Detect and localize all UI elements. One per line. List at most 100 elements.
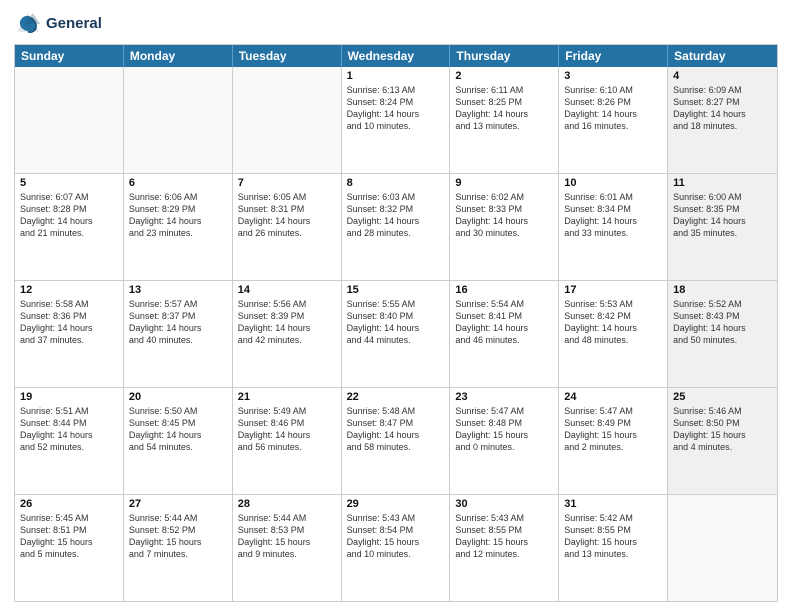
calendar-cell-day-6: 6Sunrise: 6:06 AMSunset: 8:29 PMDaylight… bbox=[124, 174, 233, 280]
day-number: 27 bbox=[129, 498, 227, 510]
day-info: Sunrise: 6:03 AMSunset: 8:32 PMDaylight:… bbox=[347, 191, 445, 240]
header: General bbox=[14, 10, 778, 38]
day-info: Sunrise: 5:50 AMSunset: 8:45 PMDaylight:… bbox=[129, 405, 227, 454]
day-info: Sunrise: 5:46 AMSunset: 8:50 PMDaylight:… bbox=[673, 405, 772, 454]
day-number: 15 bbox=[347, 284, 445, 296]
calendar-week-4: 19 Sunrise: 5:51 AMSunset: 8:44 PMDayligh… bbox=[15, 387, 777, 494]
calendar-cell-day-25: 25Sunrise: 5:46 AMSunset: 8:50 PMDayligh… bbox=[668, 388, 777, 494]
calendar-cell-empty bbox=[668, 495, 777, 601]
calendar-cell-day-18: 18 Sunrise: 5:52 AMSunset: 8:43 PMDayligh… bbox=[668, 281, 777, 387]
calendar-cell-day-1: 1Sunrise: 6:13 AMSunset: 8:24 PMDaylight… bbox=[342, 67, 451, 173]
day-header-tuesday: Tuesday bbox=[233, 45, 342, 67]
day-number: 26 bbox=[20, 498, 118, 510]
calendar-cell-day-15: 15 Sunrise: 5:55 AMSunset: 8:40 PMDayligh… bbox=[342, 281, 451, 387]
calendar-header-row: SundayMondayTuesdayWednesdayThursdayFrid… bbox=[15, 45, 777, 67]
day-number: 3 bbox=[564, 70, 662, 82]
calendar-cell-day-12: 12 Sunrise: 5:58 AMSunset: 8:36 PMDayligh… bbox=[15, 281, 124, 387]
day-number: 12 bbox=[20, 284, 118, 296]
day-number: 11 bbox=[673, 177, 772, 189]
day-number: 18 bbox=[673, 284, 772, 296]
calendar-cell-day-23: 23 Sunrise: 5:47 AMSunset: 8:48 PMDayligh… bbox=[450, 388, 559, 494]
day-number: 23 bbox=[455, 391, 553, 403]
calendar-week-1: 1Sunrise: 6:13 AMSunset: 8:24 PMDaylight… bbox=[15, 67, 777, 173]
day-number: 1 bbox=[347, 70, 445, 82]
calendar-cell-day-3: 3Sunrise: 6:10 AMSunset: 8:26 PMDaylight… bbox=[559, 67, 668, 173]
logo-text: General bbox=[46, 15, 102, 33]
day-info: Sunrise: 5:52 AMSunset: 8:43 PMDaylight:… bbox=[673, 298, 772, 347]
calendar-week-2: 5 Sunrise: 6:07 AMSunset: 8:28 PMDaylight… bbox=[15, 173, 777, 280]
day-info: Sunrise: 5:55 AMSunset: 8:40 PMDaylight:… bbox=[347, 298, 445, 347]
day-info: Sunrise: 5:56 AMSunset: 8:39 PMDaylight:… bbox=[238, 298, 336, 347]
calendar-cell-day-20: 20 Sunrise: 5:50 AMSunset: 8:45 PMDayligh… bbox=[124, 388, 233, 494]
calendar-cell-day-10: 10Sunrise: 6:01 AMSunset: 8:34 PMDayligh… bbox=[559, 174, 668, 280]
day-number: 20 bbox=[129, 391, 227, 403]
calendar-cell-day-5: 5 Sunrise: 6:07 AMSunset: 8:28 PMDaylight… bbox=[15, 174, 124, 280]
day-info: Sunrise: 5:58 AMSunset: 8:36 PMDaylight:… bbox=[20, 298, 118, 347]
calendar-cell-day-19: 19 Sunrise: 5:51 AMSunset: 8:44 PMDayligh… bbox=[15, 388, 124, 494]
calendar-week-3: 12 Sunrise: 5:58 AMSunset: 8:36 PMDayligh… bbox=[15, 280, 777, 387]
day-info: Sunrise: 5:43 AMSunset: 8:55 PMDaylight:… bbox=[455, 512, 553, 561]
day-info: Sunrise: 5:57 AMSunset: 8:37 PMDaylight:… bbox=[129, 298, 227, 347]
day-info: Sunrise: 6:09 AMSunset: 8:27 PMDaylight:… bbox=[673, 84, 772, 133]
day-info: Sunrise: 5:51 AMSunset: 8:44 PMDaylight:… bbox=[20, 405, 118, 454]
day-number: 22 bbox=[347, 391, 445, 403]
calendar-cell-day-13: 13 Sunrise: 5:57 AMSunset: 8:37 PMDayligh… bbox=[124, 281, 233, 387]
day-info: Sunrise: 5:45 AMSunset: 8:51 PMDaylight:… bbox=[20, 512, 118, 561]
day-header-thursday: Thursday bbox=[450, 45, 559, 67]
day-number: 6 bbox=[129, 177, 227, 189]
day-number: 8 bbox=[347, 177, 445, 189]
calendar-cell-day-21: 21 Sunrise: 5:49 AMSunset: 8:46 PMDayligh… bbox=[233, 388, 342, 494]
day-info: Sunrise: 6:00 AMSunset: 8:35 PMDaylight:… bbox=[673, 191, 772, 240]
day-info: Sunrise: 5:53 AMSunset: 8:42 PMDaylight:… bbox=[564, 298, 662, 347]
day-number: 5 bbox=[20, 177, 118, 189]
day-number: 14 bbox=[238, 284, 336, 296]
calendar-cell-day-17: 17 Sunrise: 5:53 AMSunset: 8:42 PMDayligh… bbox=[559, 281, 668, 387]
calendar: SundayMondayTuesdayWednesdayThursdayFrid… bbox=[14, 44, 778, 602]
calendar-cell-day-8: 8 Sunrise: 6:03 AMSunset: 8:32 PMDaylight… bbox=[342, 174, 451, 280]
day-info: Sunrise: 5:47 AMSunset: 8:48 PMDaylight:… bbox=[455, 405, 553, 454]
day-number: 17 bbox=[564, 284, 662, 296]
calendar-cell-day-26: 26 Sunrise: 5:45 AMSunset: 8:51 PMDayligh… bbox=[15, 495, 124, 601]
day-number: 29 bbox=[347, 498, 445, 510]
day-header-friday: Friday bbox=[559, 45, 668, 67]
day-number: 19 bbox=[20, 391, 118, 403]
calendar-week-5: 26 Sunrise: 5:45 AMSunset: 8:51 PMDayligh… bbox=[15, 494, 777, 601]
calendar-cell-day-29: 29 Sunrise: 5:43 AMSunset: 8:54 PMDayligh… bbox=[342, 495, 451, 601]
day-info: Sunrise: 5:44 AMSunset: 8:52 PMDaylight:… bbox=[129, 512, 227, 561]
day-number: 4 bbox=[673, 70, 772, 82]
day-info: Sunrise: 5:48 AMSunset: 8:47 PMDaylight:… bbox=[347, 405, 445, 454]
calendar-cell-day-27: 27 Sunrise: 5:44 AMSunset: 8:52 PMDayligh… bbox=[124, 495, 233, 601]
day-number: 9 bbox=[455, 177, 553, 189]
day-number: 31 bbox=[564, 498, 662, 510]
day-number: 2 bbox=[455, 70, 553, 82]
day-number: 21 bbox=[238, 391, 336, 403]
calendar-cell-day-22: 22 Sunrise: 5:48 AMSunset: 8:47 PMDayligh… bbox=[342, 388, 451, 494]
calendar-cell-day-4: 4 Sunrise: 6:09 AMSunset: 8:27 PMDaylight… bbox=[668, 67, 777, 173]
day-header-sunday: Sunday bbox=[15, 45, 124, 67]
day-info: Sunrise: 6:07 AMSunset: 8:28 PMDaylight:… bbox=[20, 191, 118, 240]
day-info: Sunrise: 5:44 AMSunset: 8:53 PMDaylight:… bbox=[238, 512, 336, 561]
day-number: 13 bbox=[129, 284, 227, 296]
day-header-wednesday: Wednesday bbox=[342, 45, 451, 67]
calendar-cell-day-2: 2 Sunrise: 6:11 AMSunset: 8:25 PMDaylight… bbox=[450, 67, 559, 173]
calendar-cell-day-31: 31 Sunrise: 5:42 AMSunset: 8:55 PMDayligh… bbox=[559, 495, 668, 601]
day-number: 10 bbox=[564, 177, 662, 189]
calendar-cell-empty bbox=[15, 67, 124, 173]
calendar-cell-day-16: 16Sunrise: 5:54 AMSunset: 8:41 PMDayligh… bbox=[450, 281, 559, 387]
calendar-body: 1Sunrise: 6:13 AMSunset: 8:24 PMDaylight… bbox=[15, 67, 777, 601]
day-header-monday: Monday bbox=[124, 45, 233, 67]
day-info: Sunrise: 5:42 AMSunset: 8:55 PMDaylight:… bbox=[564, 512, 662, 561]
calendar-cell-day-30: 30Sunrise: 5:43 AMSunset: 8:55 PMDayligh… bbox=[450, 495, 559, 601]
calendar-cell-day-11: 11 Sunrise: 6:00 AMSunset: 8:35 PMDayligh… bbox=[668, 174, 777, 280]
calendar-cell-empty bbox=[124, 67, 233, 173]
day-info: Sunrise: 5:47 AMSunset: 8:49 PMDaylight:… bbox=[564, 405, 662, 454]
day-info: Sunrise: 6:11 AMSunset: 8:25 PMDaylight:… bbox=[455, 84, 553, 133]
day-number: 7 bbox=[238, 177, 336, 189]
day-info: Sunrise: 5:49 AMSunset: 8:46 PMDaylight:… bbox=[238, 405, 336, 454]
calendar-cell-day-24: 24Sunrise: 5:47 AMSunset: 8:49 PMDayligh… bbox=[559, 388, 668, 494]
day-info: Sunrise: 5:43 AMSunset: 8:54 PMDaylight:… bbox=[347, 512, 445, 561]
calendar-cell-day-9: 9 Sunrise: 6:02 AMSunset: 8:33 PMDaylight… bbox=[450, 174, 559, 280]
calendar-cell-day-14: 14 Sunrise: 5:56 AMSunset: 8:39 PMDayligh… bbox=[233, 281, 342, 387]
day-info: Sunrise: 6:02 AMSunset: 8:33 PMDaylight:… bbox=[455, 191, 553, 240]
day-header-saturday: Saturday bbox=[668, 45, 777, 67]
